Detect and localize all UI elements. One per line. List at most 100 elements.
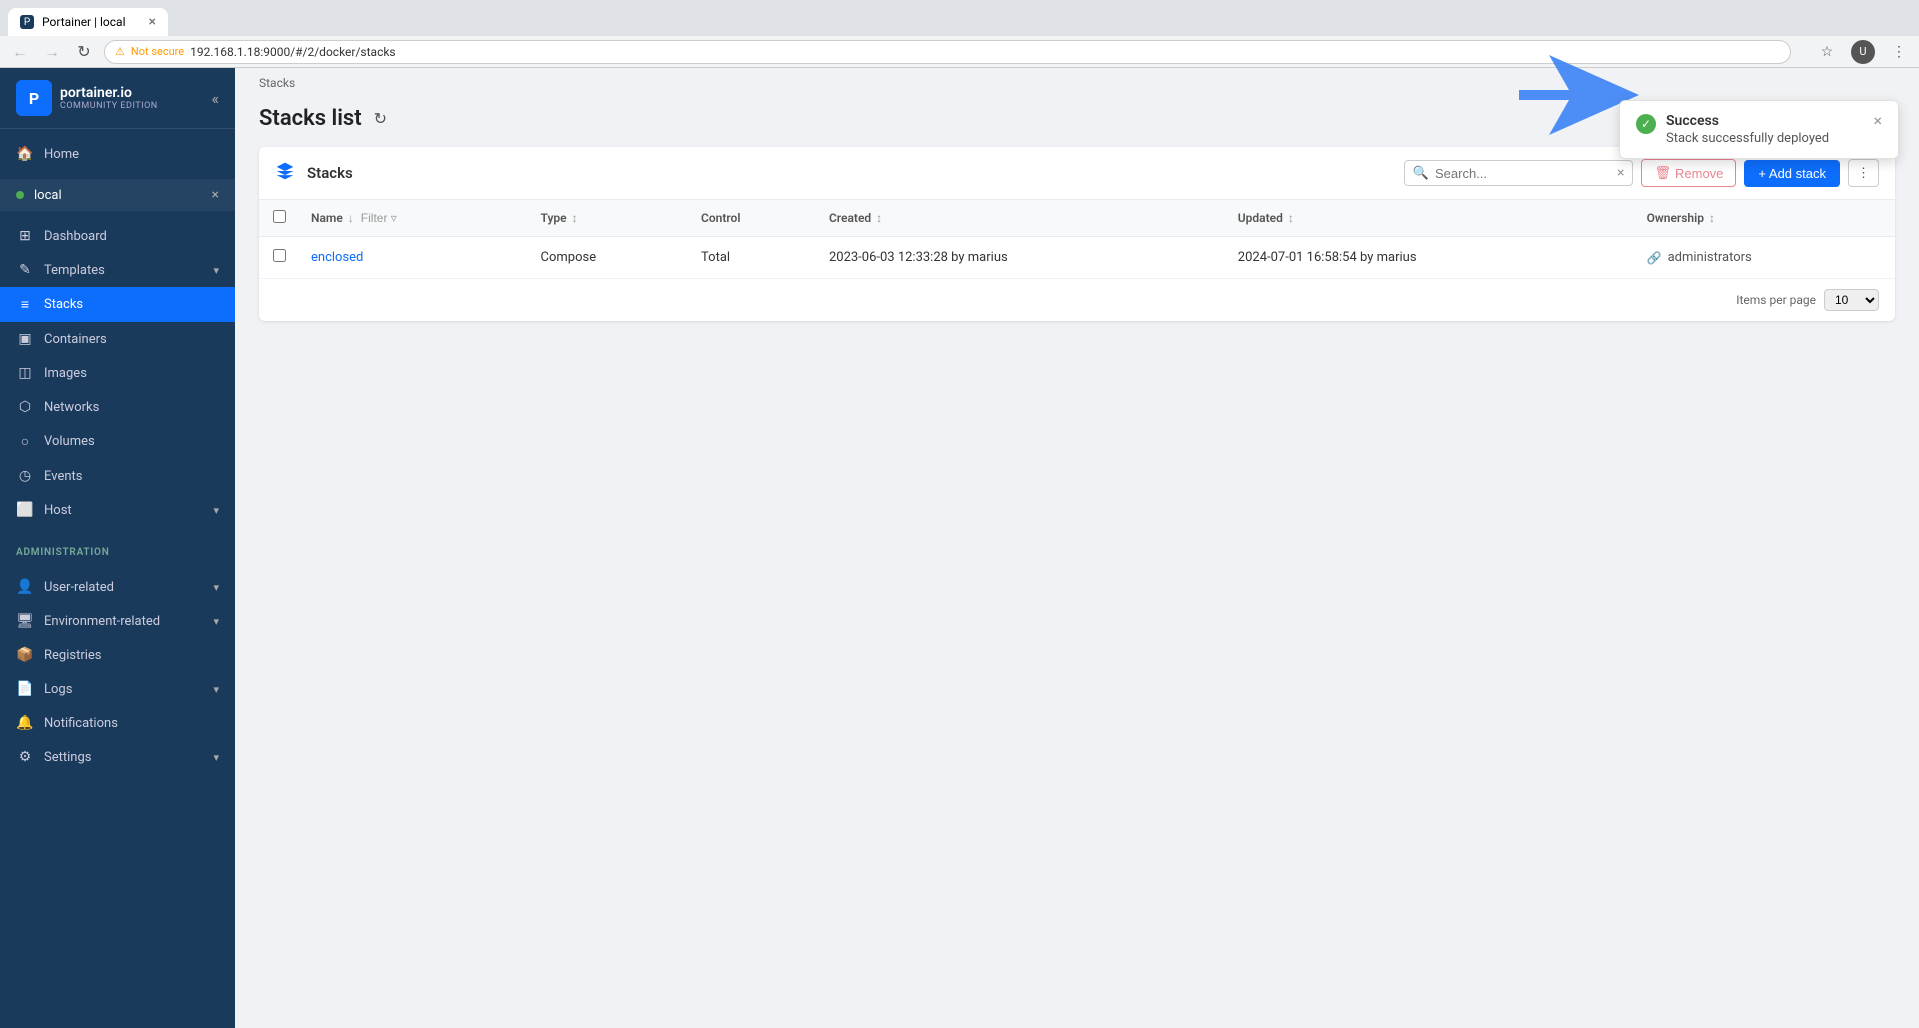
page-title: Stacks list xyxy=(259,106,362,131)
stacks-table: Name ↓ Filter ▿ Type ↕ Control xyxy=(259,200,1895,279)
add-stack-label: + Add stack xyxy=(1758,166,1826,181)
table-body: enclosed Compose Total 2023-06-03 12:33:… xyxy=(259,237,1895,279)
portainer-logo-icon: P xyxy=(16,80,52,116)
toast-container: ✓ Success Stack successfully deployed × xyxy=(1619,100,1899,159)
sidebar-item-logs[interactable]: 📄 Logs ▾ xyxy=(0,672,235,706)
sidebar-networks-label: Networks xyxy=(44,400,219,415)
sidebar-item-volumes[interactable]: ○ Volumes xyxy=(0,424,235,459)
sidebar-item-settings[interactable]: ⚙ Settings ▾ xyxy=(0,740,235,774)
logs-icon: 📄 xyxy=(16,681,34,697)
breadcrumb: Stacks xyxy=(235,68,1919,98)
column-toggle-button[interactable]: ⋮ xyxy=(1848,159,1879,187)
sidebar-env-nav: ⊞ Dashboard ✎ Templates ▾ ≡ Stacks ▣ Con… xyxy=(0,211,235,535)
toast-content: Success Stack successfully deployed xyxy=(1666,113,1863,146)
sidebar-item-registries[interactable]: 📦 Registries xyxy=(0,638,235,672)
registries-icon: 📦 xyxy=(16,647,34,663)
name-filter-button[interactable]: Filter ▿ xyxy=(357,211,401,225)
select-all-header[interactable] xyxy=(259,200,299,237)
stacks-icon: ≡ xyxy=(16,296,34,313)
sidebar-item-notifications[interactable]: 🔔 Notifications xyxy=(0,706,235,740)
type-sort-icon: ↕ xyxy=(572,211,578,225)
items-per-page-select[interactable]: 10 25 50 100 xyxy=(1824,289,1879,311)
control-column-label: Control xyxy=(701,211,740,225)
home-icon: 🏠 xyxy=(16,146,34,162)
env-close-button[interactable]: × xyxy=(212,187,219,203)
tab-close-button[interactable]: × xyxy=(149,14,156,30)
sidebar-item-dashboard[interactable]: ⊞ Dashboard xyxy=(0,219,235,253)
ownership-sort-icon: ↕ xyxy=(1709,211,1715,225)
menu-button[interactable]: ⋮ xyxy=(1887,40,1911,64)
sidebar-item-host[interactable]: ⬜ Host ▾ xyxy=(0,493,235,527)
pagination-row: Items per page 10 25 50 100 xyxy=(259,279,1895,321)
stacks-card: Stacks 🔍 × 🗑 Remove + Add stack ⋮ xyxy=(259,147,1895,321)
type-column-header[interactable]: Type ↕ xyxy=(529,200,690,237)
stack-name-link[interactable]: enclosed xyxy=(311,250,363,265)
remove-icon: 🗑 xyxy=(1654,165,1671,181)
sidebar-item-user-related[interactable]: 👤 User-related ▾ xyxy=(0,570,235,604)
sidebar-registries-label: Registries xyxy=(44,648,219,663)
remove-button[interactable]: 🗑 Remove xyxy=(1641,159,1736,187)
sidebar-stacks-label: Stacks xyxy=(44,297,219,312)
row-type-cell: Compose xyxy=(529,237,690,279)
stacks-table-wrapper: Name ↓ Filter ▿ Type ↕ Control xyxy=(259,200,1895,279)
browser-tab-active[interactable]: P Portainer | local × xyxy=(8,8,168,36)
environment-related-icon: 🖥 xyxy=(16,613,34,629)
sidebar-collapse-button[interactable]: « xyxy=(211,89,219,108)
updated-column-header[interactable]: Updated ↕ xyxy=(1226,200,1635,237)
search-box[interactable]: 🔍 × xyxy=(1404,160,1634,186)
sidebar-item-containers[interactable]: ▣ Containers xyxy=(0,322,235,356)
search-clear-button[interactable]: × xyxy=(1617,165,1624,181)
sidebar-item-templates[interactable]: ✎ Templates ▾ xyxy=(0,253,235,287)
browser-tabs: P Portainer | local × xyxy=(8,0,168,36)
user-related-icon: 👤 xyxy=(16,579,34,595)
refresh-button[interactable]: ↻ xyxy=(72,40,96,64)
ownership-column-header[interactable]: Ownership ↕ xyxy=(1635,200,1895,237)
toast-close-button[interactable]: × xyxy=(1873,113,1882,129)
row-control-cell: Total xyxy=(689,237,817,279)
row-created-cell: 2023-06-03 12:33:28 by marius xyxy=(817,237,1226,279)
profile-button[interactable]: U xyxy=(1851,40,1875,64)
env-status-dot xyxy=(16,191,24,199)
dashboard-icon: ⊞ xyxy=(16,228,34,244)
sidebar-item-environment-related[interactable]: 🖥 Environment-related ▾ xyxy=(0,604,235,638)
select-all-checkbox[interactable] xyxy=(273,210,286,223)
templates-expand-icon: ▾ xyxy=(213,264,219,277)
row-checkbox-cell[interactable] xyxy=(259,237,299,279)
networks-icon: ⬡ xyxy=(16,399,34,415)
sidebar-item-home[interactable]: 🏠 Home xyxy=(0,137,235,171)
sidebar-item-events[interactable]: ◷ Events xyxy=(0,459,235,493)
sidebar-item-images[interactable]: ◫ Images xyxy=(0,356,235,390)
ownership-value: administrators xyxy=(1668,250,1752,265)
browser-nav-right: ☆ U ⋮ xyxy=(1807,40,1911,64)
stacks-card-icon xyxy=(275,161,295,186)
url-prefix: Not secure xyxy=(131,45,184,58)
logo-text-group: portainer.io COMMUNITY EDITION xyxy=(60,85,158,111)
forward-button[interactable]: → xyxy=(40,40,64,64)
created-column-header[interactable]: Created ↕ xyxy=(817,200,1226,237)
back-button[interactable]: ← xyxy=(8,40,32,64)
sidebar-logo: P portainer.io COMMUNITY EDITION xyxy=(16,80,158,116)
security-icon: ⚠ xyxy=(115,45,125,58)
updated-sort-icon: ↕ xyxy=(1288,211,1294,225)
row-checkbox-0[interactable] xyxy=(273,249,286,262)
sidebar-header: P portainer.io COMMUNITY EDITION « xyxy=(0,68,235,129)
environment-item[interactable]: local × xyxy=(0,179,235,211)
name-column-header[interactable]: Name ↓ Filter ▿ xyxy=(299,200,529,237)
row-name-cell[interactable]: enclosed xyxy=(299,237,529,279)
sidebar-containers-label: Containers xyxy=(44,332,219,347)
table-row: enclosed Compose Total 2023-06-03 12:33:… xyxy=(259,237,1895,279)
sidebar-admin-nav: 👤 User-related ▾ 🖥 Environment-related ▾… xyxy=(0,562,235,782)
sidebar-item-networks[interactable]: ⬡ Networks xyxy=(0,390,235,424)
sidebar-item-stacks[interactable]: ≡ Stacks xyxy=(0,287,235,322)
sidebar-notifications-label: Notifications xyxy=(44,716,219,731)
bookmark-button[interactable]: ☆ xyxy=(1815,40,1839,64)
tab-favicon: P xyxy=(20,15,34,29)
sidebar-events-label: Events xyxy=(44,469,219,484)
add-stack-button[interactable]: + Add stack xyxy=(1744,160,1840,187)
sidebar-images-label: Images xyxy=(44,366,219,381)
toast-title: Success xyxy=(1666,113,1863,129)
search-input[interactable] xyxy=(1435,166,1611,181)
refresh-list-button[interactable]: ↻ xyxy=(374,109,387,128)
sidebar: P portainer.io COMMUNITY EDITION « 🏠 Hom… xyxy=(0,68,235,1028)
notifications-icon: 🔔 xyxy=(16,715,34,731)
